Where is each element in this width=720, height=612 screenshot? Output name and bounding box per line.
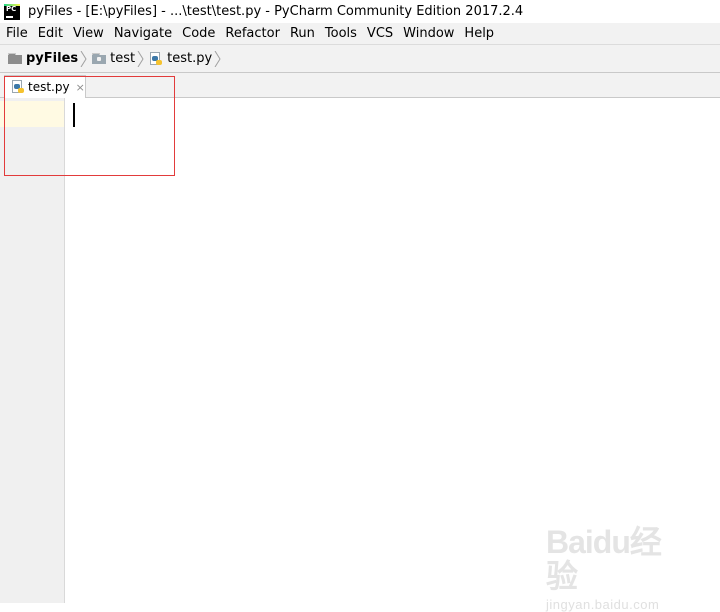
package-folder-icon	[92, 53, 107, 64]
breadcrumb-separator-icon	[80, 50, 87, 67]
breadcrumb-item-test[interactable]: test	[88, 45, 145, 72]
menu-vcs[interactable]: VCS	[362, 26, 398, 41]
app-icon-label: PC	[6, 4, 17, 13]
breadcrumb-label: test.py	[167, 51, 213, 66]
menu-help[interactable]: Help	[459, 26, 499, 41]
python-file-icon	[149, 51, 163, 66]
menu-window[interactable]: Window	[398, 26, 459, 41]
watermark-url: jingyan.baidu.com	[546, 597, 660, 612]
breadcrumb-item-pyfiles[interactable]: pyFiles	[0, 45, 88, 72]
breadcrumb: pyFiles test test.py	[0, 45, 720, 73]
breadcrumb-label: test	[110, 51, 136, 66]
breadcrumb-label: pyFiles	[26, 51, 79, 66]
window-title-bar: PC pyFiles - [E:\pyFiles] - ...\test\tes…	[0, 0, 720, 23]
menu-edit[interactable]: Edit	[33, 26, 68, 41]
watermark-logo: Baidu经验	[546, 524, 662, 594]
breadcrumb-item-test-py[interactable]: test.py	[145, 45, 222, 72]
menu-tools[interactable]: Tools	[320, 26, 362, 41]
menu-bar: File Edit View Navigate Code Refactor Ru…	[0, 23, 720, 45]
menu-file[interactable]: File	[0, 26, 33, 41]
menu-refactor[interactable]: Refactor	[220, 26, 285, 41]
baidu-watermark: Baidu经验 jingyan.baidu.com	[546, 525, 678, 612]
menu-view[interactable]: View	[68, 26, 109, 41]
menu-navigate[interactable]: Navigate	[109, 26, 177, 41]
menu-code[interactable]: Code	[177, 26, 220, 41]
pycharm-app-icon[interactable]: PC	[4, 3, 20, 20]
menu-run[interactable]: Run	[285, 26, 320, 41]
highlight-box	[4, 76, 175, 176]
breadcrumb-separator-icon	[137, 50, 144, 67]
window-title: pyFiles - [E:\pyFiles] - ...\test\test.p…	[28, 4, 524, 19]
breadcrumb-separator-icon	[214, 50, 221, 67]
folder-icon	[8, 53, 22, 64]
